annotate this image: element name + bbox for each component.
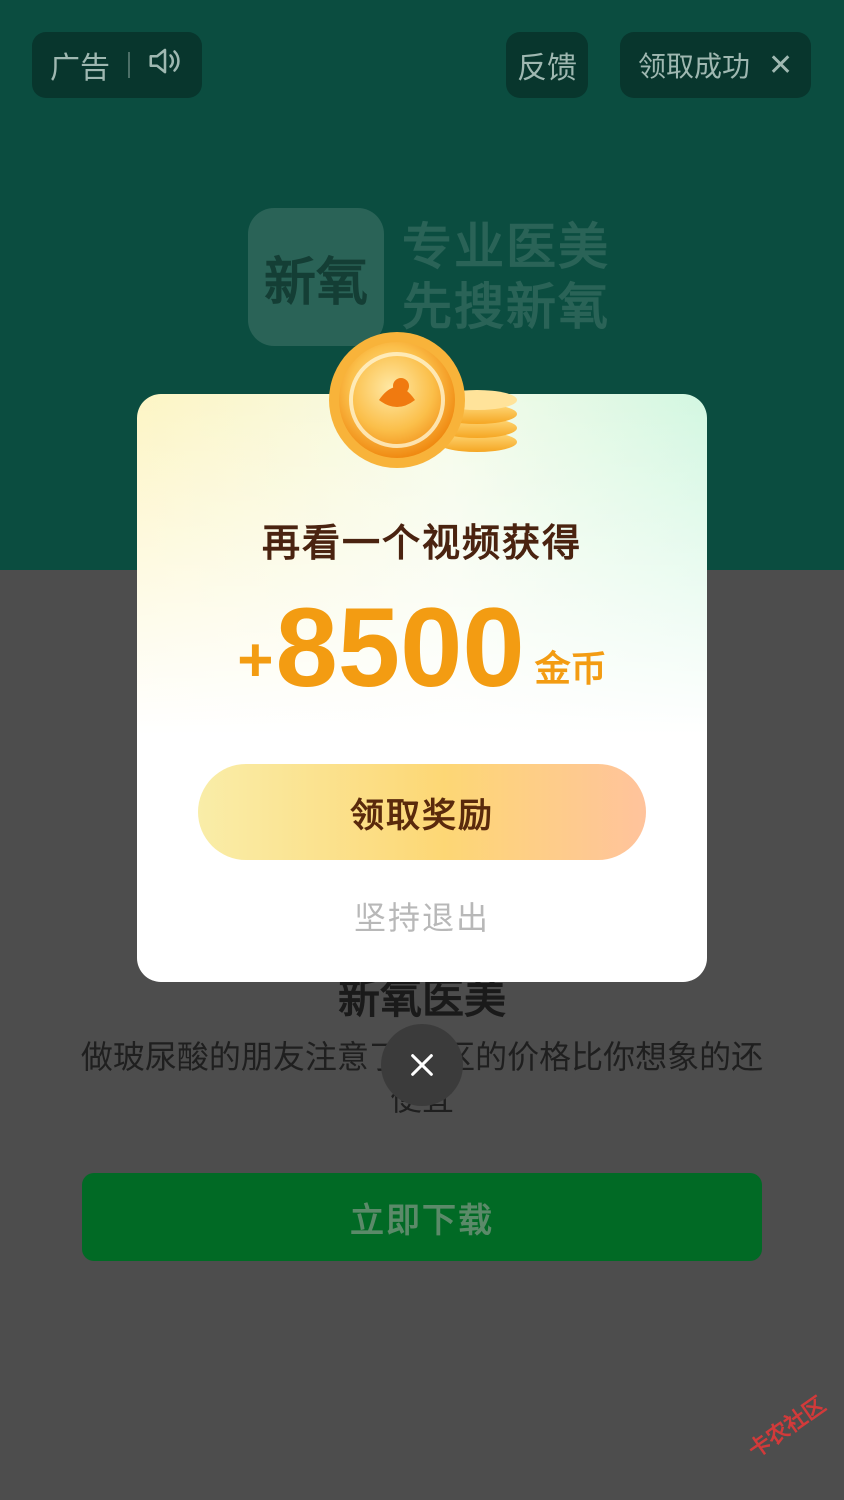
- divider: [128, 52, 130, 78]
- close-icon: [411, 1054, 433, 1076]
- ad-label: 广告: [50, 51, 110, 86]
- slogan-line-1: 专业医美: [402, 218, 610, 276]
- download-button[interactable]: 立即下载: [82, 1173, 762, 1261]
- feedback-button[interactable]: 反馈: [506, 32, 588, 98]
- reward-unit: 金币: [534, 649, 607, 690]
- reward-amount: 8500: [275, 585, 525, 710]
- brand-slogan: 专业医美 先搜新氧: [402, 217, 610, 337]
- ad-mute-pill[interactable]: 广告: [32, 32, 202, 98]
- close-dialog-button[interactable]: [381, 1024, 463, 1106]
- slogan-line-2: 先搜新氧: [402, 278, 610, 336]
- close-icon[interactable]: ✕: [768, 48, 793, 83]
- brand-banner: 新氧 专业医美 先搜新氧: [248, 208, 610, 346]
- speaker-icon[interactable]: [146, 42, 184, 88]
- success-label: 领取成功: [638, 50, 751, 83]
- reward-amount-row: + 8500 金币: [137, 592, 707, 704]
- reward-plus: +: [237, 626, 274, 695]
- coin-icon: [327, 330, 527, 470]
- quit-link[interactable]: 坚持退出: [137, 893, 707, 939]
- claim-reward-button[interactable]: 领取奖励: [198, 764, 646, 860]
- brand-logo: 新氧: [248, 208, 384, 346]
- reward-success-close-button[interactable]: 领取成功 ✕: [620, 32, 811, 98]
- modal-heading: 再看一个视频获得: [261, 521, 582, 565]
